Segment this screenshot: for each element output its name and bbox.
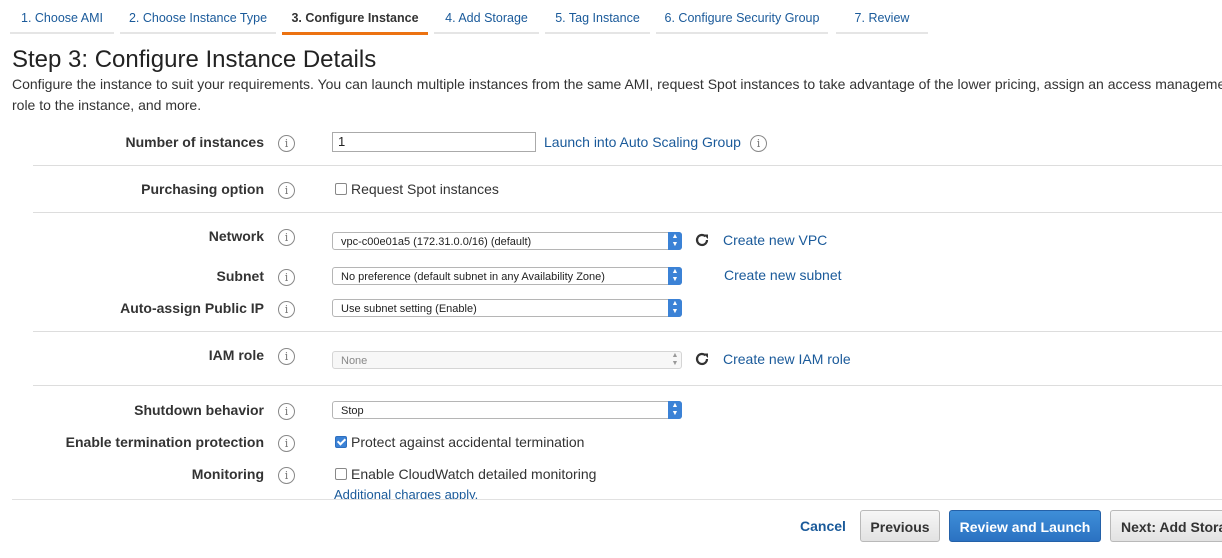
tab-add-storage[interactable]: 4. Add Storage <box>434 0 539 34</box>
monitoring-checkbox[interactable] <box>335 468 347 480</box>
previous-button[interactable]: Previous <box>860 510 940 542</box>
termination-protection-label: Enable termination protection <box>65 434 264 450</box>
monitoring-checkbox-label: Enable CloudWatch detailed monitoring <box>351 466 597 482</box>
refresh-icon[interactable] <box>694 232 710 248</box>
info-icon[interactable]: i <box>278 467 295 484</box>
next-add-storage-button[interactable]: Next: Add Storage <box>1110 510 1222 542</box>
monitoring-label: Monitoring <box>191 466 264 482</box>
network-select[interactable]: vpc-c00e01a5 (172.31.0.0/16) (default) ▲… <box>332 232 682 250</box>
monitoring-row: Enable CloudWatch detailed monitoring <box>335 466 596 482</box>
info-icon[interactable]: i <box>278 269 295 286</box>
select-arrows-icon: ▲ ▼ <box>668 267 682 285</box>
page-description-continued: role to the instance, and more. <box>12 97 202 113</box>
termination-protection-row: Protect against accidental termination <box>335 434 584 450</box>
additional-charges-link[interactable]: Additional charges apply. <box>334 487 478 499</box>
create-new-vpc-link[interactable]: Create new VPC <box>723 232 827 248</box>
request-spot-label: Request Spot instances <box>351 181 499 197</box>
network-label: Network <box>208 228 264 244</box>
divider <box>33 385 1222 386</box>
review-and-launch-button[interactable]: Review and Launch <box>949 510 1101 542</box>
divider <box>33 331 1222 332</box>
subnet-label: Subnet <box>216 268 264 284</box>
select-arrows-icon: ▲ ▼ <box>671 352 679 367</box>
iam-role-value: None <box>341 355 368 367</box>
divider <box>33 165 1222 166</box>
footer-divider <box>12 499 1222 500</box>
page-description: Configure the instance to suit your requ… <box>12 76 1222 92</box>
auto-assign-ip-label: Auto-assign Public IP <box>120 300 264 316</box>
termination-protection-checkbox-label: Protect against accidental termination <box>351 434 585 450</box>
launch-auto-scaling-link[interactable]: Launch into Auto Scaling Group <box>544 134 741 150</box>
number-of-instances-input[interactable] <box>332 132 536 152</box>
select-arrows-icon: ▲ ▼ <box>668 232 682 250</box>
create-new-iam-role-link[interactable]: Create new IAM role <box>723 351 851 367</box>
tab-tag-instance[interactable]: 5. Tag Instance <box>545 0 650 34</box>
shutdown-behavior-select[interactable]: Stop ▲ ▼ <box>332 401 682 419</box>
page-title: Step 3: Configure Instance Details <box>12 46 377 73</box>
auto-assign-ip-value: Use subnet setting (Enable) <box>341 303 477 315</box>
info-icon[interactable]: i <box>278 348 295 365</box>
select-arrows-icon: ▲ ▼ <box>668 299 682 317</box>
shutdown-behavior-value: Stop <box>341 405 364 417</box>
divider <box>33 212 1222 213</box>
info-icon[interactable]: i <box>750 135 767 152</box>
tab-review[interactable]: 7. Review <box>836 0 928 34</box>
info-icon[interactable]: i <box>278 229 295 246</box>
info-icon[interactable]: i <box>278 435 295 452</box>
create-new-subnet-link[interactable]: Create new subnet <box>724 267 842 283</box>
wizard-tabs: 1. Choose AMI 2. Choose Instance Type 3.… <box>0 0 1222 36</box>
shutdown-behavior-label: Shutdown behavior <box>134 402 264 418</box>
subnet-value: No preference (default subnet in any Ava… <box>341 271 605 283</box>
info-icon[interactable]: i <box>278 403 295 420</box>
request-spot-row: Request Spot instances <box>335 181 499 197</box>
purchasing-option-label: Purchasing option <box>141 181 264 197</box>
select-arrows-icon: ▲ ▼ <box>668 401 682 419</box>
iam-role-select[interactable]: None ▲ ▼ <box>332 351 682 369</box>
number-of-instances-label: Number of instances <box>125 134 264 150</box>
info-icon[interactable]: i <box>278 182 295 199</box>
info-icon[interactable]: i <box>278 135 295 152</box>
tab-choose-instance-type[interactable]: 2. Choose Instance Type <box>120 0 276 34</box>
tab-configure-instance[interactable]: 3. Configure Instance <box>282 0 428 35</box>
auto-assign-ip-select[interactable]: Use subnet setting (Enable) ▲ ▼ <box>332 299 682 317</box>
subnet-select[interactable]: No preference (default subnet in any Ava… <box>332 267 682 285</box>
info-icon[interactable]: i <box>278 301 295 318</box>
termination-protection-checkbox[interactable] <box>335 436 347 448</box>
tab-choose-ami[interactable]: 1. Choose AMI <box>10 0 114 34</box>
refresh-icon[interactable] <box>694 351 710 367</box>
iam-role-label: IAM role <box>208 347 264 363</box>
request-spot-checkbox[interactable] <box>335 183 347 195</box>
tab-configure-security-group[interactable]: 6. Configure Security Group <box>656 0 828 34</box>
network-value: vpc-c00e01a5 (172.31.0.0/16) (default) <box>341 236 532 248</box>
cancel-button[interactable]: Cancel <box>790 510 856 542</box>
